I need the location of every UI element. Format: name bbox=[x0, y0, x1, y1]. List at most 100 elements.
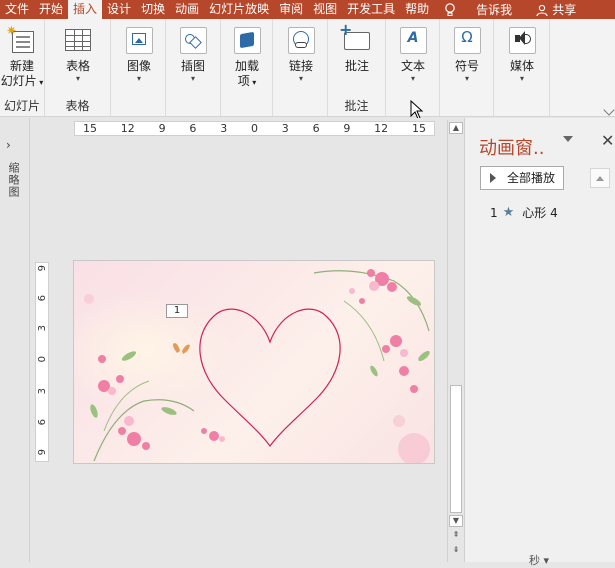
ruler-tick: 3 bbox=[37, 325, 48, 332]
new-slide-button[interactable]: ✷ 新建 幻灯片 ▾ bbox=[0, 25, 48, 90]
symbols-button[interactable]: Ω 符号 ▾ bbox=[441, 25, 493, 84]
group-links: 链接 ▾ bbox=[273, 19, 328, 116]
move-up-button[interactable] bbox=[590, 168, 610, 188]
new-slide-icon: ✷ bbox=[6, 25, 38, 55]
addins-label-2: 项 bbox=[237, 74, 250, 88]
tab-view[interactable]: 视图 bbox=[308, 0, 342, 19]
ruler-tick: 6 bbox=[312, 122, 320, 135]
group-tables: 表格 ▾ 表格 bbox=[45, 19, 111, 116]
chevron-down-icon: ▾ bbox=[464, 74, 469, 83]
chevron-down-icon: ▾ bbox=[410, 74, 415, 83]
previous-slide-icon[interactable]: ⇞ bbox=[449, 530, 463, 542]
play-all-label: 全部播放 bbox=[507, 171, 556, 185]
tab-insert[interactable]: 插入 bbox=[68, 0, 103, 19]
ruler-tick: 9 bbox=[158, 122, 166, 135]
ruler-tick: 12 bbox=[120, 122, 135, 135]
ribbon-insert: ✷ 新建 幻灯片 ▾ 幻灯片 表格 ▾ 表格 图像 ▾ 插图 ▾ 加载 项 ▾ … bbox=[0, 19, 615, 117]
table-label: 表格 bbox=[65, 59, 90, 73]
animation-index: 1 bbox=[490, 205, 498, 220]
ruler-tick: 12 bbox=[374, 122, 389, 135]
illustrations-button[interactable]: 插图 ▾ bbox=[167, 25, 219, 84]
share-button[interactable]: 共享 bbox=[518, 1, 576, 18]
play-all-button[interactable]: 全部播放 bbox=[480, 166, 564, 190]
group-comments: + 批注 批注 bbox=[328, 19, 386, 116]
group-addins: 加载 项 ▾ bbox=[221, 19, 273, 116]
chevron-down-icon: ▾ bbox=[136, 74, 141, 83]
symbols-label: 符号 bbox=[454, 59, 479, 73]
scroll-thumb[interactable] bbox=[450, 385, 462, 513]
share-label: 共享 bbox=[552, 3, 577, 17]
horizontal-ruler: 15 12 9 6 3 0 3 6 9 12 15 bbox=[74, 121, 435, 136]
seconds-label: 秒 bbox=[529, 554, 540, 567]
speaker-icon bbox=[506, 25, 538, 55]
animation-pane: 动画窗.. ✕ 全部播放 1 ★ 心形 4 秒 ▾ bbox=[464, 118, 615, 567]
group-slides: ✷ 新建 幻灯片 ▾ 幻灯片 bbox=[0, 19, 45, 116]
mouse-cursor-icon bbox=[410, 100, 424, 120]
pane-options-dropdown[interactable] bbox=[563, 136, 573, 142]
tab-review[interactable]: 审阅 bbox=[274, 0, 308, 19]
tab-slideshow[interactable]: 幻灯片放映 bbox=[204, 0, 274, 19]
new-slide-label-1: 新建 bbox=[9, 59, 34, 73]
group-symbols: Ω 符号 ▾ bbox=[440, 19, 494, 116]
scroll-down-button[interactable]: ▼ bbox=[449, 515, 463, 527]
vertical-scrollbar[interactable]: ▲ ▼ ⇞ ⇟ bbox=[447, 120, 463, 562]
tab-help[interactable]: 帮助 bbox=[400, 0, 434, 19]
star-icon: ★ bbox=[502, 205, 515, 220]
addins-icon bbox=[231, 25, 263, 55]
ruler-tick: 9 bbox=[37, 449, 48, 456]
ruler-tick: 3 bbox=[37, 388, 48, 395]
group-illustrations: 插图 ▾ bbox=[166, 19, 221, 116]
image-icon bbox=[123, 25, 155, 55]
chevron-down-icon: ▾ bbox=[190, 74, 195, 83]
timeline-seconds-label: 秒 ▾ bbox=[529, 554, 550, 567]
tab-developer[interactable]: 开发工具 bbox=[342, 0, 400, 19]
ruler-tick: 9 bbox=[343, 122, 351, 135]
thumbnail-label: 缩略图 bbox=[7, 162, 20, 198]
close-icon[interactable]: ✕ bbox=[601, 131, 614, 150]
chevron-down-icon: ▾ bbox=[519, 74, 524, 83]
media-button[interactable]: 媒体 ▾ bbox=[496, 25, 548, 84]
animation-order-tag[interactable]: 1 bbox=[166, 304, 188, 318]
animation-pane-title: 动画窗.. bbox=[479, 138, 545, 159]
ruler-tick: 3 bbox=[281, 122, 289, 135]
animation-name: 心形 4 bbox=[522, 206, 558, 220]
group-label-tables: 表格 bbox=[65, 99, 90, 113]
group-label-slides: 幻灯片 bbox=[3, 99, 40, 113]
play-icon bbox=[490, 173, 496, 183]
comment-icon: + bbox=[339, 22, 373, 55]
tab-design[interactable]: 设计 bbox=[102, 0, 136, 19]
link-icon bbox=[285, 25, 317, 55]
text-icon: A bbox=[397, 25, 429, 55]
text-button[interactable]: A 文本 ▾ bbox=[387, 25, 439, 84]
images-button[interactable]: 图像 ▾ bbox=[113, 25, 165, 84]
text-label: 文本 bbox=[400, 59, 425, 73]
group-media: 媒体 ▾ bbox=[494, 19, 550, 116]
ruler-tick: 0 bbox=[250, 122, 258, 135]
collapse-ribbon-icon[interactable] bbox=[603, 104, 615, 116]
ruler-tick: 3 bbox=[220, 122, 228, 135]
tab-file[interactable]: 文件 bbox=[0, 0, 34, 19]
ribbon-tab-bar: 文件 开始 插入 设计 切换 动画 幻灯片放映 审阅 视图 开发工具 帮助 告诉… bbox=[0, 0, 615, 19]
links-button[interactable]: 链接 ▾ bbox=[275, 25, 327, 84]
scroll-up-button[interactable]: ▲ bbox=[449, 122, 463, 134]
heart-shape[interactable] bbox=[74, 261, 435, 464]
table-icon bbox=[62, 25, 94, 55]
links-label: 链接 bbox=[288, 59, 313, 73]
shapes-icon bbox=[177, 25, 209, 55]
tell-me-search[interactable]: 告诉我 bbox=[462, 1, 518, 18]
chevron-down-icon: ▾ bbox=[298, 74, 303, 83]
ruler-tick: 6 bbox=[189, 122, 197, 135]
expand-thumbnails-icon[interactable]: › bbox=[6, 138, 11, 152]
lightbulb-icon bbox=[445, 2, 455, 16]
tab-home[interactable]: 开始 bbox=[34, 0, 68, 19]
animation-list-item[interactable]: 1 ★ 心形 4 bbox=[490, 204, 558, 221]
ruler-tick: 15 bbox=[83, 122, 97, 135]
comment-button[interactable]: + 批注 bbox=[331, 22, 383, 74]
tab-animations[interactable]: 动画 bbox=[170, 0, 204, 19]
new-slide-label-2: 幻灯片 bbox=[0, 74, 37, 88]
next-slide-icon[interactable]: ⇟ bbox=[449, 545, 463, 557]
addins-button[interactable]: 加载 项 ▾ bbox=[221, 25, 273, 90]
tab-transitions[interactable]: 切换 bbox=[136, 0, 170, 19]
table-button[interactable]: 表格 ▾ bbox=[52, 25, 104, 84]
slide-canvas[interactable]: 1 bbox=[73, 260, 435, 464]
